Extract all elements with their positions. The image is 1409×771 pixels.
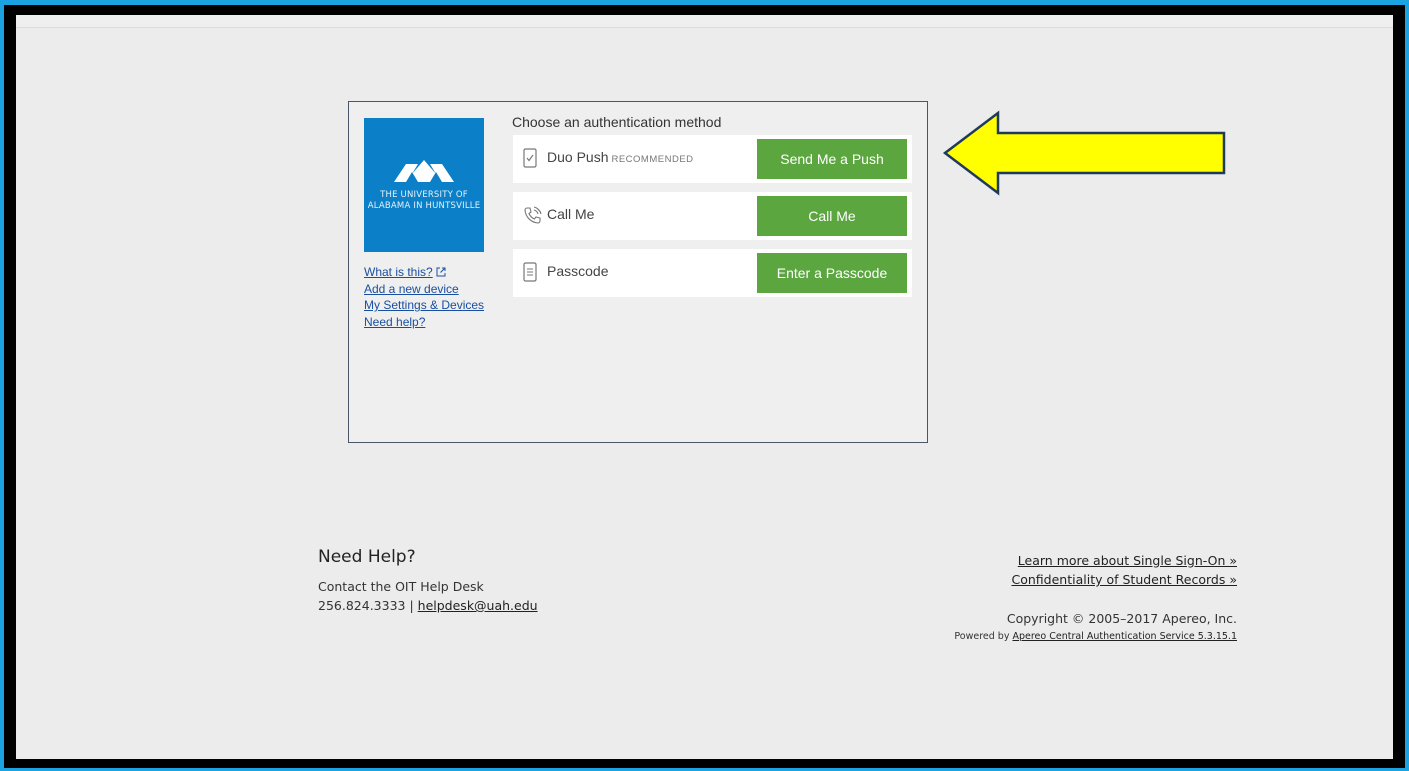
external-link-icon (436, 267, 446, 277)
helpdesk-email-link[interactable]: helpdesk@uah.edu (418, 598, 538, 613)
what-is-this-label: What is this? (364, 265, 433, 279)
logo-text-line2: ALABAMA IN HUNTSVILLE (367, 201, 481, 211)
call-me-label: Call Me (547, 206, 595, 222)
helpdesk-phone: 256.824.3333 (318, 598, 406, 613)
logo-text-line1: THE UNIVERSITY OF (380, 190, 468, 200)
powered-prefix: Powered by (954, 631, 1013, 642)
settings-devices-link[interactable]: My Settings & Devices (364, 297, 484, 314)
confidentiality-link[interactable]: Confidentiality of Student Records » (954, 570, 1238, 589)
contact-text: Contact the OIT Help Desk (318, 579, 484, 594)
uah-logo-mark-icon (394, 160, 454, 182)
passcode-label: Passcode (547, 263, 609, 279)
help-links: What is this? Add a new device My Settin… (364, 264, 484, 330)
phone-check-icon (523, 148, 537, 168)
duo-auth-card: THE UNIVERSITY OF ALABAMA IN HUNTSVILLE … (348, 101, 928, 443)
phone-call-icon (524, 206, 542, 224)
learn-sso-link[interactable]: Learn more about Single Sign-On » (954, 551, 1237, 570)
send-push-button[interactable]: Send Me a Push (757, 139, 907, 179)
apereo-cas-link[interactable]: Apereo Central Authentication Service 5.… (1012, 631, 1237, 642)
recommended-tag: RECOMMENDED (611, 154, 694, 165)
method-row-passcode: Passcode Enter a Passcode (513, 249, 912, 297)
enter-passcode-button[interactable]: Enter a Passcode (757, 253, 907, 293)
screenshot-frame: THE UNIVERSITY OF ALABAMA IN HUNTSVILLE … (4, 5, 1405, 768)
footer-links: Learn more about Single Sign-On » Confid… (954, 551, 1237, 642)
page-viewport: THE UNIVERSITY OF ALABAMA IN HUNTSVILLE … (16, 15, 1393, 759)
passcode-icon (523, 262, 537, 282)
duo-push-label: Duo Push RECOMMENDED (547, 149, 694, 165)
duo-push-text: Duo Push (547, 149, 609, 165)
copyright-text: Copyright © 2005–2017 Apereo, Inc. (1006, 611, 1237, 626)
contact-details: 256.824.3333 | helpdesk@uah.edu (318, 596, 538, 615)
add-device-link[interactable]: Add a new device (364, 281, 484, 298)
what-is-this-link[interactable]: What is this? (364, 264, 484, 281)
call-me-button[interactable]: Call Me (757, 196, 907, 236)
method-row-duo-push: Duo Push RECOMMENDED Send Me a Push (513, 135, 912, 183)
yellow-arrow-left-icon (942, 110, 1226, 196)
auth-method-title: Choose an authentication method (512, 114, 722, 130)
uah-logo: THE UNIVERSITY OF ALABAMA IN HUNTSVILLE (364, 118, 484, 252)
top-bar (16, 15, 1393, 28)
need-help-link[interactable]: Need help? (364, 314, 484, 331)
footer-help: Need Help? Contact the OIT Help Desk 256… (318, 547, 538, 615)
powered-by: Powered by Apereo Central Authentication… (954, 631, 1237, 642)
need-help-heading: Need Help? (318, 547, 416, 567)
contact-separator: | (405, 598, 418, 613)
method-row-call-me: Call Me Call Me (513, 192, 912, 240)
